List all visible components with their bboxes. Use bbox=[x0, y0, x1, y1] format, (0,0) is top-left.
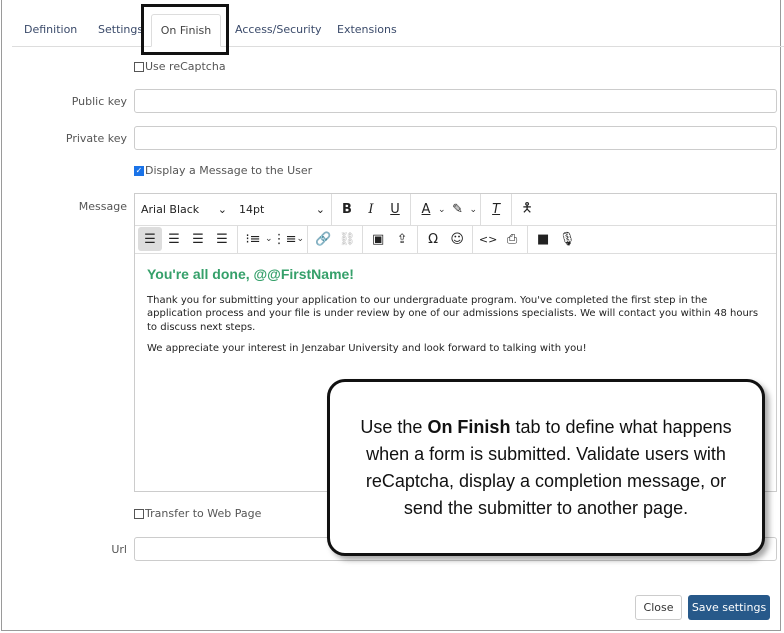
format-group: B I U bbox=[332, 194, 411, 225]
unlink-icon[interactable]: ⛓ bbox=[335, 227, 359, 251]
numbered-list-icon[interactable]: ⋮≡ bbox=[273, 227, 297, 251]
tab-definition[interactable]: Definition bbox=[24, 23, 77, 36]
message-label: Message bbox=[78, 200, 127, 213]
font-size-select[interactable]: 14pt ⌄ bbox=[233, 203, 331, 216]
a11y-group: 🯅 bbox=[512, 194, 542, 225]
message-paragraph: We appreciate your interest in Jenzabar … bbox=[147, 343, 587, 354]
text-color-icon[interactable]: A bbox=[414, 198, 438, 222]
chevron-down-icon[interactable]: ⌄ bbox=[470, 205, 478, 215]
highlight-color-icon[interactable]: ✎ bbox=[446, 198, 470, 222]
bold-icon[interactable]: B bbox=[335, 198, 359, 222]
bullet-list-icon[interactable]: ⁝≡ bbox=[241, 227, 265, 251]
checkbox-box[interactable] bbox=[134, 508, 144, 519]
message-paragraph: Thank you for submitting your applicatio… bbox=[147, 294, 759, 333]
accessibility-icon[interactable]: 🯅 bbox=[515, 198, 539, 222]
list-group: ⁝≡ ⌄ ⋮≡ ⌄ bbox=[238, 225, 309, 253]
recaptcha-checkbox[interactable]: Use reCaptcha bbox=[134, 60, 226, 73]
special-char-icon[interactable]: Ω bbox=[421, 227, 445, 251]
tab-highlight-box bbox=[141, 4, 229, 55]
underline-icon[interactable]: U bbox=[383, 198, 407, 222]
close-button[interactable]: Close bbox=[635, 595, 682, 620]
tab-extensions[interactable]: Extensions bbox=[337, 23, 397, 36]
print-icon[interactable]: ⎙ bbox=[500, 227, 524, 251]
font-group: Arial Black ⌄ 14pt ⌄ bbox=[135, 194, 332, 225]
transfer-checkbox[interactable]: Transfer to Web Page bbox=[134, 507, 261, 520]
private-key-input[interactable] bbox=[134, 126, 777, 150]
emoji-icon[interactable]: ☺ bbox=[445, 227, 469, 251]
public-key-label: Public key bbox=[71, 95, 127, 108]
recaptcha-label: Use reCaptcha bbox=[145, 60, 226, 73]
url-label: Url bbox=[111, 543, 127, 556]
link-icon[interactable]: 🔗 bbox=[311, 227, 335, 251]
transfer-label: Transfer to Web Page bbox=[145, 507, 262, 520]
chevron-down-icon: ⌄ bbox=[217, 203, 227, 216]
callout-text: Use the bbox=[360, 416, 428, 437]
editor-content[interactable]: You're all done, @@FirstName! Thank you … bbox=[147, 256, 764, 364]
char-group: Ω ☺ bbox=[418, 225, 474, 253]
callout-annotation: Use the On Finish tab to define what hap… bbox=[327, 379, 765, 556]
color-group: A ⌄ ✎ ⌄ bbox=[411, 194, 482, 225]
link-group: 🔗 ⛓ bbox=[308, 225, 364, 253]
video-icon[interactable]: ■ bbox=[531, 227, 555, 251]
display-message-label: Display a Message to the User bbox=[145, 164, 313, 177]
font-family-select[interactable]: Arial Black ⌄ bbox=[135, 203, 233, 216]
tab-access-security[interactable]: Access/Security bbox=[235, 23, 322, 36]
toolbar-row-2: ☰ ☰ ☰ ☰ ⁝≡ ⌄ ⋮≡ ⌄ 🔗 ⛓ ▣ ⇪ Ω ☺ <> ⎙ ■ 🎙 bbox=[135, 225, 776, 254]
align-left-icon[interactable]: ☰ bbox=[138, 227, 162, 251]
font-value: Arial Black bbox=[141, 203, 200, 216]
code-icon[interactable]: <> bbox=[476, 227, 500, 251]
clear-formatting-icon[interactable]: T bbox=[484, 198, 508, 222]
private-key-label: Private key bbox=[65, 132, 127, 145]
display-message-checkbox[interactable]: ✓ Display a Message to the User bbox=[134, 164, 312, 177]
upload-icon[interactable]: ⇪ bbox=[390, 227, 414, 251]
chevron-down-icon[interactable]: ⌄ bbox=[438, 205, 446, 215]
toolbar-row-1: Arial Black ⌄ 14pt ⌄ B I U A ⌄ ✎ ⌄ T 🯅 bbox=[135, 194, 776, 226]
clear-group: T bbox=[481, 194, 513, 225]
tab-divider bbox=[12, 46, 784, 47]
chevron-down-icon: ⌄ bbox=[315, 203, 325, 216]
code-group: <> ⎙ bbox=[473, 225, 529, 253]
message-heading: You're all done, @@FirstName! bbox=[147, 266, 354, 282]
public-key-input[interactable] bbox=[134, 89, 777, 113]
align-group: ☰ ☰ ☰ ☰ bbox=[135, 225, 238, 253]
media-group: ▣ ⇪ bbox=[363, 225, 419, 253]
size-value: 14pt bbox=[239, 203, 265, 216]
av-group: ■ 🎙 bbox=[528, 225, 582, 253]
justify-icon[interactable]: ☰ bbox=[210, 227, 234, 251]
chevron-down-icon[interactable]: ⌄ bbox=[265, 234, 273, 244]
callout-bold: On Finish bbox=[427, 416, 511, 437]
chevron-down-icon[interactable]: ⌄ bbox=[297, 234, 305, 244]
image-icon[interactable]: ▣ bbox=[366, 227, 390, 251]
align-right-icon[interactable]: ☰ bbox=[186, 227, 210, 251]
tab-settings[interactable]: Settings bbox=[98, 23, 143, 36]
microphone-icon[interactable]: 🎙 bbox=[555, 227, 579, 251]
italic-icon[interactable]: I bbox=[359, 198, 383, 222]
checkbox-checked[interactable]: ✓ bbox=[134, 165, 144, 176]
save-settings-button[interactable]: Save settings bbox=[688, 595, 770, 620]
checkbox-box[interactable] bbox=[134, 61, 144, 72]
align-center-icon[interactable]: ☰ bbox=[162, 227, 186, 251]
